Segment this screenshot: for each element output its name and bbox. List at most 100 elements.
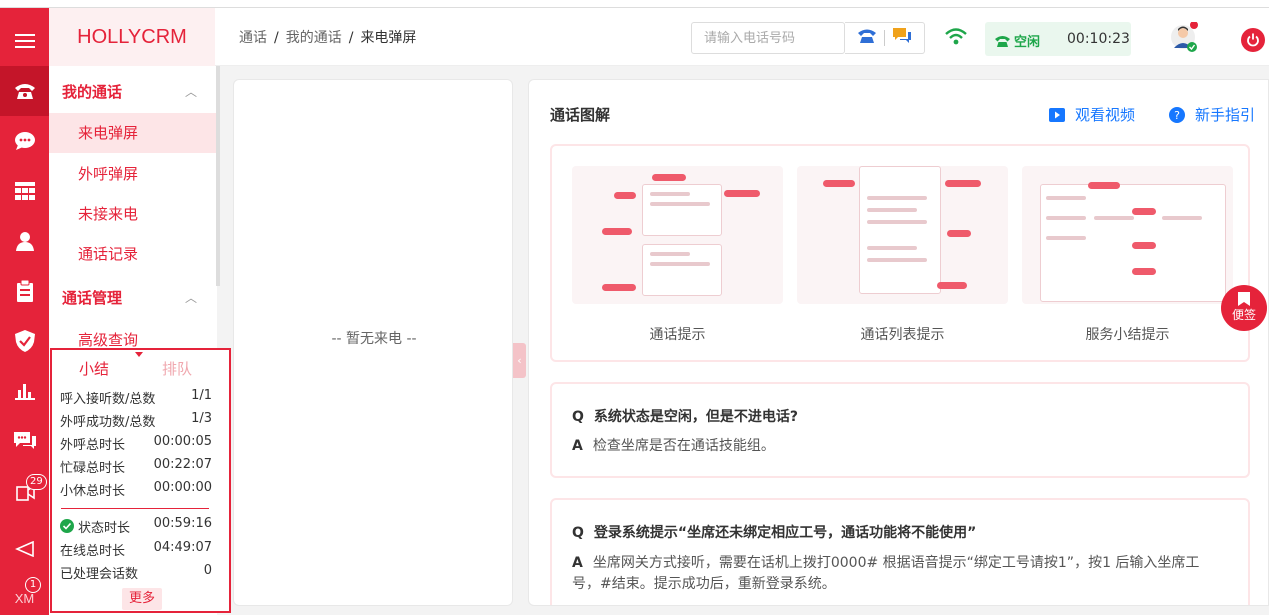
sticky-note-label: 便签 <box>1231 308 1256 322</box>
summary-row: 外呼成功数/总数 1/3 <box>60 411 212 431</box>
top-header: HOLLYCRM 通话/我的通话/来电弹屏 空闲 00:10:23 <box>49 8 1269 66</box>
faq-item: Q 登录系统提示“坐席还未绑定相应工号，通话功能将不能使用” A 坐席网关方式接听，… <box>550 498 1250 605</box>
faq-question-text: 登录系统提示“坐席还未绑定相应工号，通话功能将不能使用” <box>593 525 977 541</box>
grid-icon[interactable] <box>0 166 49 216</box>
summary-row: 在线总时长 04:49:07 <box>60 540 212 560</box>
status-label: 空闲 <box>1014 35 1041 50</box>
summary-row: 忙碌总时长 00:22:07 <box>60 457 212 477</box>
user-icon[interactable] <box>0 216 49 266</box>
nav-item-outbound-popup[interactable]: 外呼弹屏 <box>49 154 217 194</box>
summary-value: 04:49:07 <box>153 540 212 555</box>
summary-divider <box>61 508 209 509</box>
tab-summary[interactable]: 小结 <box>79 358 109 379</box>
summary-value: 00:00:05 <box>153 434 212 449</box>
breadcrumb-item[interactable]: 我的通话 <box>286 30 342 46</box>
xm-badge: 1 <box>25 577 41 593</box>
status-timer: 00:10:23 <box>1067 31 1130 47</box>
nav-group-my-calls[interactable]: 我的通话 ︿ <box>49 72 217 112</box>
nav-item-incoming-popup[interactable]: 来电弹屏 <box>49 113 217 153</box>
nav-group-call-management[interactable]: 通话管理 ︿ <box>49 278 217 318</box>
empty-state-text: -- 暂无来电 -- <box>331 331 417 347</box>
beginner-guide-link[interactable]: ? 新手指引 <box>1169 104 1255 125</box>
agent-status[interactable]: 空闲 00:10:23 <box>985 22 1131 56</box>
nav-scrollbar[interactable] <box>216 66 220 286</box>
more-button[interactable]: 更多 <box>122 588 162 610</box>
panel-title: 通话图解 <box>550 106 611 124</box>
help-icon: ? <box>1169 106 1185 123</box>
nav-item-call-records[interactable]: 通话记录 <box>49 234 217 274</box>
diagram-thumbnail[interactable] <box>1022 166 1233 304</box>
watch-video-label: 观看视频 <box>1075 106 1136 124</box>
check-circle-icon <box>60 519 74 533</box>
diagram-thumbnail[interactable] <box>572 166 783 304</box>
chevron-up-icon: ︿ <box>184 291 197 305</box>
shield-icon[interactable] <box>0 316 49 366</box>
q-tag: Q <box>572 525 584 541</box>
summary-row: 外呼总时长 00:00:05 <box>60 434 212 454</box>
summary-row: 小休总时长 00:00:00 <box>60 480 212 500</box>
collapse-left-icon[interactable]: ‹ <box>513 343 526 378</box>
summary-row: 状态时长 00:59:16 <box>60 516 212 536</box>
bar-chart-icon[interactable] <box>0 366 49 416</box>
diagram-caption: 通话提示 <box>649 327 706 343</box>
guide-label: 新手指引 <box>1195 106 1256 124</box>
summary-label: 外呼总时长 <box>60 438 126 453</box>
active-tab-marker <box>135 352 143 357</box>
a-tag: A <box>572 555 583 571</box>
summary-label: 呼入接听数/总数 <box>60 392 156 407</box>
breadcrumb-current: 来电弹屏 <box>360 30 417 46</box>
chevron-up-icon: ︿ <box>184 85 197 99</box>
summary-row: 呼入接听数/总数 1/1 <box>60 388 212 408</box>
menu-icon[interactable] <box>0 16 49 66</box>
watch-video-link[interactable]: 观看视频 <box>1049 104 1135 125</box>
summary-value: 00:00:00 <box>153 480 212 495</box>
faq-answer-text: 检查坐席是否在通话技能组。 <box>592 438 775 454</box>
avatar[interactable] <box>1170 21 1200 52</box>
summary-label: 小休总时长 <box>60 484 126 499</box>
phone-number-input[interactable] <box>691 22 845 54</box>
summary-label: 已处理会话数 <box>60 567 139 582</box>
call-guide-panel: 通话图解 观看视频 ? 新手指引 通话提示 通话列表提示 服务小结提示 Q 系统… <box>528 79 1269 606</box>
summary-tabs: 小结 排队 <box>52 352 229 382</box>
wifi-icon <box>945 28 967 50</box>
dial-buttons <box>845 22 925 54</box>
icon-rail: 29 XM 1 <box>0 8 49 615</box>
clipboard-icon[interactable] <box>0 266 49 316</box>
diagram-caption: 服务小结提示 <box>1085 327 1170 343</box>
faq-question: Q 系统状态是空闲，但是不进电话? <box>572 406 798 426</box>
logout-power-icon[interactable] <box>1241 28 1265 52</box>
summary-label: 状态时长 <box>78 520 131 536</box>
sms-icon[interactable] <box>892 27 912 49</box>
app-root: 29 XM 1 HOLLYCRM 通话 / 我的通话 / 来电弹屏 请输入电话号… <box>0 0 1269 615</box>
nav-group-label: 我的通话 <box>62 83 123 101</box>
browser-top-strip <box>0 0 1269 8</box>
xm-item[interactable]: XM 1 <box>0 573 49 615</box>
brand-logo[interactable]: HOLLYCRM <box>49 8 215 66</box>
a-tag: A <box>572 438 583 454</box>
summary-label: 外呼成功数/总数 <box>60 415 156 430</box>
chat-icon[interactable] <box>0 116 49 166</box>
message-icon[interactable] <box>0 416 49 466</box>
summary-row: 已处理会话数 0 <box>60 563 212 583</box>
breadcrumb-item[interactable]: 通话 <box>239 30 267 46</box>
incoming-call-panel: -- 暂无来电 -- <box>233 79 513 606</box>
faq-question: Q 登录系统提示“坐席还未绑定相应工号，通话功能将不能使用” <box>572 522 976 542</box>
faq-question-text: 系统状态是空闲，但是不进电话? <box>593 409 799 425</box>
summary-value: 0 <box>203 563 212 578</box>
sticky-note-button[interactable]: 便签 <box>1221 285 1267 331</box>
diagram-gallery: 通话提示 通话列表提示 服务小结提示 <box>550 144 1250 362</box>
tab-queue[interactable]: 排队 <box>162 358 192 379</box>
summary-label: 在线总时长 <box>60 544 126 559</box>
faq-item: Q 系统状态是空闲，但是不进电话? A 检查坐席是否在通话技能组。 <box>550 382 1250 478</box>
nav-item-missed-calls[interactable]: 未接来电 <box>49 194 217 234</box>
summary-value: 00:22:07 <box>153 457 212 472</box>
svg-text:?: ? <box>1174 109 1180 122</box>
phone-icon[interactable] <box>0 66 49 116</box>
notice-icon[interactable]: 29 <box>0 466 49 516</box>
summary-value: 1/3 <box>191 411 212 426</box>
dial-phone-icon[interactable] <box>857 28 877 48</box>
diagram-caption: 通话列表提示 <box>860 327 945 343</box>
diagram-thumbnail[interactable] <box>797 166 1008 304</box>
breadcrumb: 通话 / 我的通话 / 来电弹屏 <box>239 30 417 46</box>
send-icon[interactable] <box>0 524 49 574</box>
